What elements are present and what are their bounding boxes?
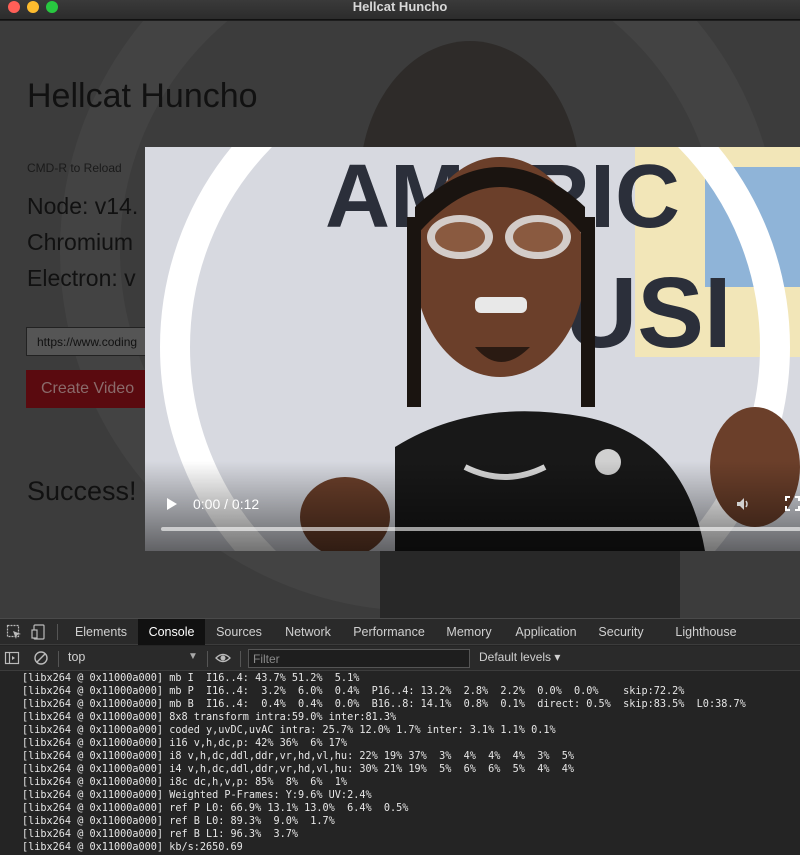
console-line: [libx264 @ 0x11000a000] ref B L1: 96.3% … [22,829,299,840]
toolbar-separator [58,651,59,667]
console-toolbar: top ▼ Default levels ▾ [0,646,800,671]
tab-memory[interactable]: Memory [436,619,502,645]
chevron-down-icon: ▼ [188,651,198,662]
console-line: [libx264 @ 0x11000a000] i16 v,h,dc,p: 42… [22,738,348,749]
console-line: [libx264 @ 0x11000a000] Weighted P-Frame… [22,790,372,801]
tab-lighthouse[interactable]: Lighthouse [662,619,750,645]
console-line: [libx264 @ 0x11000a000] ref B L0: 89.3% … [22,816,335,827]
tabbar-separator [57,624,58,640]
context-selector[interactable]: top [68,650,85,664]
tab-elements[interactable]: Elements [66,619,136,645]
success-message: Success! [27,476,137,506]
volume-icon[interactable] [735,496,751,512]
tab-sources[interactable]: Sources [207,619,271,645]
app-heading: Hellcat Huncho [27,77,258,115]
window-title: Hellcat Huncho [352,0,448,14]
tab-network[interactable]: Network [274,619,342,645]
clear-console-icon[interactable] [33,650,49,666]
chromium-version: Chromium [27,229,134,255]
tab-application[interactable]: Application [505,619,587,645]
video-player[interactable]: AMERIC USI 0:00 / 0:12 [145,147,800,551]
console-line: [libx264 @ 0x11000a000] mb I I16..4: 43.… [22,673,360,684]
tab-security[interactable]: Security [589,619,653,645]
devtools-tabbar: Elements Console Sources Network Perform… [0,619,800,645]
tab-performance[interactable]: Performance [344,619,434,645]
console-filter-input[interactable] [248,649,470,668]
live-expression-eye-icon[interactable] [215,650,231,666]
console-line: [libx264 @ 0x11000a000] i8 v,h,dc,ddl,dd… [22,751,575,762]
tab-console[interactable]: Console [138,619,205,645]
console-line: [libx264 @ 0x11000a000] kb/s:2650.69 [22,842,243,853]
reload-hint: CMD-R to Reload [27,161,122,175]
console-line: [libx264 @ 0x11000a000] i4 v,h,dc,ddl,dd… [22,764,575,775]
console-line: [libx264 @ 0x11000a000] mb P I16..4: 3.2… [22,686,685,697]
seek-bar[interactable] [161,527,800,531]
console-line: [libx264 @ 0x11000a000] i8c dc,h,v,p: 85… [22,777,348,788]
inspect-element-icon[interactable] [6,624,22,640]
electron-version: Electron: v [27,265,136,291]
time-display: 0:00 / 0:12 [193,496,260,512]
fullscreen-icon[interactable] [785,496,800,511]
play-icon[interactable] [165,497,179,511]
toolbar-separator [240,651,241,667]
app-content: Hellcat Huncho CMD-R to Reload Node: v14… [0,21,800,618]
show-sidebar-icon[interactable] [4,650,20,666]
console-line: [libx264 @ 0x11000a000] ref P L0: 66.9% … [22,803,409,814]
node-version: Node: v14. [27,193,139,219]
device-toolbar-icon[interactable] [31,624,47,640]
title-bar: Hellcat Huncho [0,0,800,20]
console-line: [libx264 @ 0x11000a000] mb B I16..4: 0.4… [22,699,746,710]
console-line: [libx264 @ 0x11000a000] 8x8 transform in… [22,712,397,723]
toolbar-separator [207,651,208,667]
devtools-panel: Elements Console Sources Network Perform… [0,618,800,855]
log-levels-dropdown[interactable]: Default levels ▾ [479,650,560,664]
console-line: [libx264 @ 0x11000a000] coded y,uvDC,uvA… [22,725,556,736]
console-log: [libx264 @ 0x11000a000] mb I I16..4: 43.… [0,672,800,855]
